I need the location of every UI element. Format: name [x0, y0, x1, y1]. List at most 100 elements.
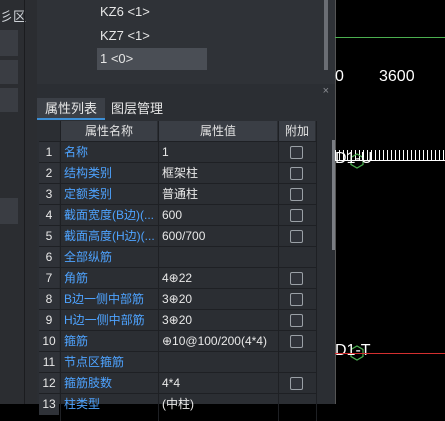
grid-line [39, 309, 317, 310]
extra-cell [279, 142, 315, 163]
extra-checkbox[interactable] [290, 146, 303, 159]
left-panel-cell[interactable] [0, 60, 18, 84]
attribute-name[interactable]: 全部纵筋 [61, 247, 157, 268]
component-item-1-selected[interactable]: 1 <0> [97, 48, 207, 70]
left-panel-cell[interactable] [0, 30, 18, 56]
row-number: 7 [39, 268, 59, 289]
extra-checkbox[interactable] [290, 272, 303, 285]
tab-layer-manager[interactable]: 图层管理 [103, 98, 171, 120]
properties-panel: × 属性列表 图层管理 属性名称 属性值 附加 1 名称 1 2 结构类别 框架… [37, 84, 335, 421]
row-number: 3 [39, 184, 59, 205]
dimension-3600: 3600 [379, 68, 415, 85]
left-panel-divider [24, 0, 25, 404]
cad-canvas[interactable]: 0 3600 D1-U D1-T [335, 0, 445, 404]
table-row: 9 H边一侧中部筋 3⊕20 [39, 310, 329, 331]
attribute-value[interactable]: 普通柱 [159, 184, 277, 205]
attribute-name[interactable]: 截面高度(H边)(... [61, 226, 157, 247]
attribute-name[interactable]: 定额类别 [61, 184, 157, 205]
table-row: 10 箍筋 ⊕10@100/200(4*4) [39, 331, 329, 352]
attribute-name[interactable]: H边一侧中部筋 [61, 310, 157, 331]
table-row: 2 结构类别 框架柱 [39, 163, 329, 184]
attribute-value[interactable] [159, 247, 277, 268]
attribute-value[interactable] [159, 352, 277, 373]
extra-cell [279, 163, 315, 184]
extra-cell [279, 310, 315, 331]
grid-line [39, 372, 317, 373]
row-number: 8 [39, 289, 59, 310]
attribute-value[interactable]: 框架柱 [159, 163, 277, 184]
extra-cell [279, 394, 315, 415]
left-panel-cell[interactable] [0, 88, 18, 112]
extra-cell [279, 226, 315, 247]
left-panel-cell[interactable] [0, 198, 18, 224]
attribute-value[interactable]: (中柱) [159, 394, 277, 415]
row-number: 10 [39, 331, 59, 352]
column-divider [60, 121, 61, 421]
grid-line [39, 141, 317, 142]
attribute-value[interactable]: 3⊕20 [159, 310, 277, 331]
attribute-name[interactable]: 名称 [61, 142, 157, 163]
attribute-value[interactable]: 4⊕22 [159, 268, 277, 289]
axis-label-d1-t: D1-T [335, 342, 371, 359]
grid-line [39, 183, 317, 184]
extra-checkbox[interactable] [290, 188, 303, 201]
table-row: 7 角筋 4⊕22 [39, 268, 329, 289]
column-divider [278, 121, 279, 421]
column-divider [158, 121, 159, 421]
table-row: 13 柱类型 (中柱) [39, 394, 329, 415]
grid-line [39, 393, 317, 394]
tab-attribute-list[interactable]: 属性列表 [37, 98, 106, 120]
attribute-name[interactable]: 箍筋肢数 [61, 373, 157, 394]
row-number: 11 [39, 352, 59, 373]
component-list: KZ6 <1> KZ7 <1> 1 <0> [37, 0, 335, 84]
table-row: 11 节点区箍筋 [39, 352, 329, 373]
extra-checkbox[interactable] [290, 230, 303, 243]
row-number: 12 [39, 373, 59, 394]
extra-checkbox[interactable] [290, 167, 303, 180]
attribute-name[interactable]: B边一侧中部筋 [61, 289, 157, 310]
attribute-value[interactable]: 600 [159, 205, 277, 226]
extra-checkbox[interactable] [290, 209, 303, 222]
component-item-kz7[interactable]: KZ7 <1> [100, 28, 150, 43]
attribute-value[interactable]: 3⊕20 [159, 289, 277, 310]
row-number: 5 [39, 226, 59, 247]
attribute-name[interactable]: 截面宽度(B边)(... [61, 205, 157, 226]
properties-titlebar: × [37, 84, 335, 98]
close-icon[interactable]: × [323, 84, 329, 98]
tab-layer-manager-label: 图层管理 [111, 101, 164, 116]
properties-tabs: 属性列表 图层管理 [37, 98, 335, 120]
row-number: 13 [39, 394, 59, 415]
extra-cell [279, 289, 315, 310]
component-list-scrollbar[interactable] [324, 0, 328, 70]
attribute-value[interactable]: 1 [159, 142, 277, 163]
row-number: 1 [39, 142, 59, 163]
table-row: 3 定额类别 普通柱 [39, 184, 329, 205]
extra-checkbox[interactable] [290, 293, 303, 306]
extra-cell [279, 268, 315, 289]
table-row: 8 B边一侧中部筋 3⊕20 [39, 289, 329, 310]
attribute-name[interactable]: 箍筋 [61, 331, 157, 352]
attribute-value[interactable]: 600/700 [159, 226, 277, 247]
grid-line [39, 330, 317, 331]
attribute-value[interactable]: ⊕10@100/200(4*4) [159, 331, 277, 352]
extra-cell [279, 331, 315, 352]
attribute-name[interactable]: 结构类别 [61, 163, 157, 184]
extra-checkbox[interactable] [290, 335, 303, 348]
attribute-name[interactable]: 柱类型 [61, 394, 157, 415]
left-panel: 彡区 [0, 0, 37, 404]
active-tab-indicator [37, 118, 106, 120]
row-number: 4 [39, 205, 59, 226]
grid-line [39, 351, 317, 352]
axis-label-d1-u: D1-U [335, 150, 373, 167]
attribute-value[interactable]: 4*4 [159, 373, 277, 394]
attribute-name[interactable]: 角筋 [61, 268, 157, 289]
extra-checkbox[interactable] [290, 377, 303, 390]
extra-checkbox[interactable] [290, 314, 303, 327]
grid-line [39, 225, 317, 226]
component-item-kz6[interactable]: KZ6 <1> [100, 4, 150, 19]
attribute-name[interactable]: 节点区箍筋 [61, 352, 157, 373]
extra-cell [279, 205, 315, 226]
table-row: 4 截面宽度(B边)(... 600 [39, 205, 329, 226]
grid-line [39, 288, 317, 289]
extra-cell [279, 184, 315, 205]
